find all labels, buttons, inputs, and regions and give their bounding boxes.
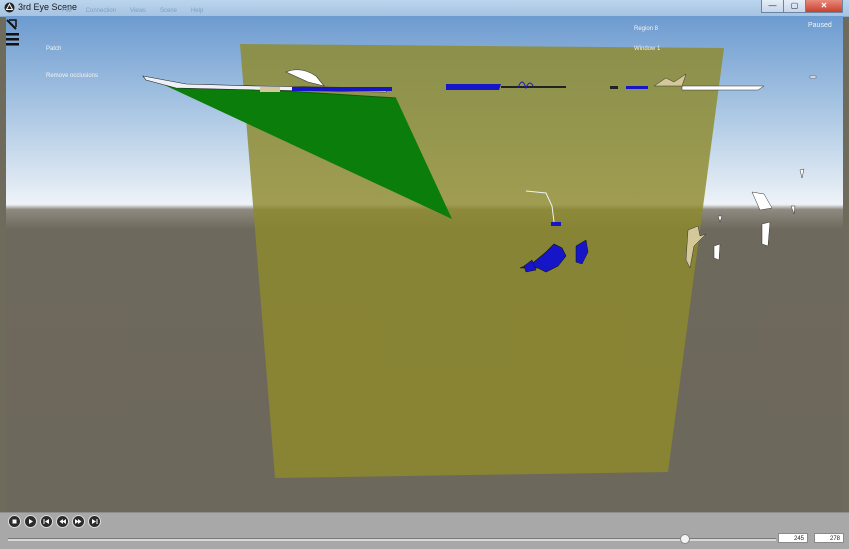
hud-window-label: Window 1: [634, 46, 661, 52]
step-back-button[interactable]: [56, 515, 69, 528]
minimize-button[interactable]: —: [761, 0, 784, 13]
scene-geometry: [142, 44, 817, 478]
skip-to-start-button[interactable]: [40, 515, 53, 528]
window-titlebar: 3rd Eye Scene File Connection Views Scen…: [0, 0, 849, 17]
menu-icon[interactable]: [6, 18, 20, 50]
window-buttons: — ▢ ✕: [761, 0, 843, 13]
white-fragment-1: [751, 191, 773, 211]
menu-scene[interactable]: Scene: [160, 8, 177, 14]
playback-bar: 245 278: [0, 512, 849, 549]
timeline-slider[interactable]: [8, 534, 776, 544]
current-frame-field[interactable]: 245: [778, 533, 808, 543]
white-fragment-5: [790, 205, 796, 215]
close-button[interactable]: ✕: [805, 0, 843, 13]
hud-remove-occlusions-label: Remove occlusions: [46, 73, 99, 79]
step-back-icon: [59, 519, 66, 524]
white-fragment-2: [761, 221, 771, 247]
menubar: File Connection Views Scene Help: [62, 8, 203, 14]
stop-icon: [12, 519, 17, 524]
blue-strip-right: [446, 84, 501, 90]
total-frames-field: 278: [814, 533, 844, 543]
white-fragment-3: [713, 243, 721, 261]
skip-to-end-icon: [92, 519, 98, 524]
white-fragment-6: [717, 215, 723, 223]
small-dark-dash: [610, 86, 618, 89]
play-icon: [29, 519, 33, 524]
menu-views[interactable]: Views: [130, 8, 146, 14]
menu-connection[interactable]: Connection: [86, 8, 116, 14]
play-button[interactable]: [24, 515, 37, 528]
maximize-button[interactable]: ▢: [783, 0, 806, 13]
menu-help[interactable]: Help: [191, 8, 203, 14]
playback-status: Paused: [808, 22, 832, 29]
blue-dash: [626, 86, 648, 89]
unity-logo-icon: [4, 2, 15, 13]
tan-piece-left: [260, 87, 280, 92]
white-dash-top-right: [809, 75, 817, 79]
white-arrow-strip: [681, 85, 765, 91]
white-fragment-4: [799, 168, 805, 179]
skip-to-start-icon: [43, 519, 49, 524]
hud-region-label: Region 8: [634, 26, 659, 32]
scene-viewport[interactable]: Patch Remove occlusions Region 8 Window …: [6, 16, 843, 512]
blue-tick: [551, 222, 561, 226]
blue-strip-left: [292, 87, 392, 91]
hud-patch-label: Patch: [46, 46, 62, 52]
timeline-slider-thumb[interactable]: [679, 534, 690, 544]
menu-file[interactable]: File: [62, 8, 72, 14]
skip-to-end-button[interactable]: [88, 515, 101, 528]
stop-button[interactable]: [8, 515, 21, 528]
step-forward-button[interactable]: [72, 515, 85, 528]
step-forward-icon: [75, 519, 82, 524]
